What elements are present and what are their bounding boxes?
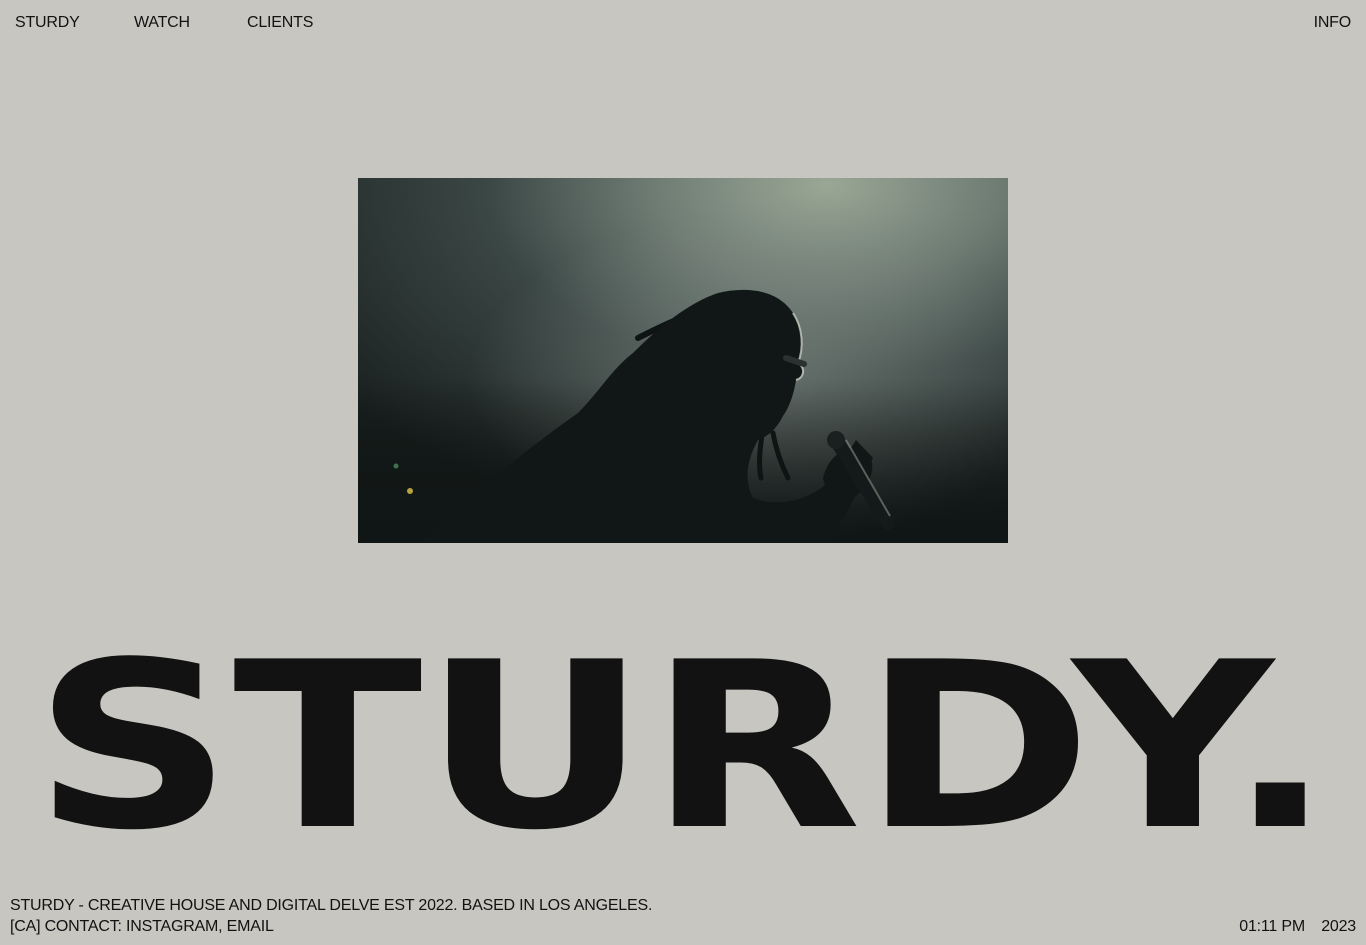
top-nav: STURDY WATCH CLIENTS INFO	[0, 14, 1366, 38]
nav-link-clients[interactable]: CLIENTS	[247, 14, 313, 32]
footer-contact: [CA] CONTACT: INSTAGRAM, EMAIL	[10, 916, 652, 937]
footer-tagline: STURDY - CREATIVE HOUSE AND DIGITAL DELV…	[10, 897, 653, 914]
contact-separator: ,	[218, 918, 223, 935]
footer-meta: 01:11 PM 2023	[1239, 916, 1356, 937]
email-link[interactable]: EMAIL	[227, 918, 274, 935]
nav-link-watch[interactable]: WATCH	[134, 14, 190, 32]
footer-info: STURDY - CREATIVE HOUSE AND DIGITAL DELV…	[10, 895, 652, 937]
nav-link-info[interactable]: INFO	[1314, 14, 1352, 32]
nav-link-sturdy[interactable]: STURDY	[15, 14, 80, 32]
instagram-link[interactable]: INSTAGRAM	[126, 918, 218, 935]
performer-silhouette-image	[358, 178, 1008, 543]
year: 2023	[1321, 918, 1356, 935]
hero-video[interactable]	[358, 178, 1008, 543]
contact-prefix: [CA] CONTACT:	[10, 918, 122, 935]
sturdy-wordmark: STURDY.	[0, 620, 1366, 850]
wordmark-text: STURDY.	[33, 620, 1333, 850]
clock-time: 01:11 PM	[1239, 918, 1305, 935]
